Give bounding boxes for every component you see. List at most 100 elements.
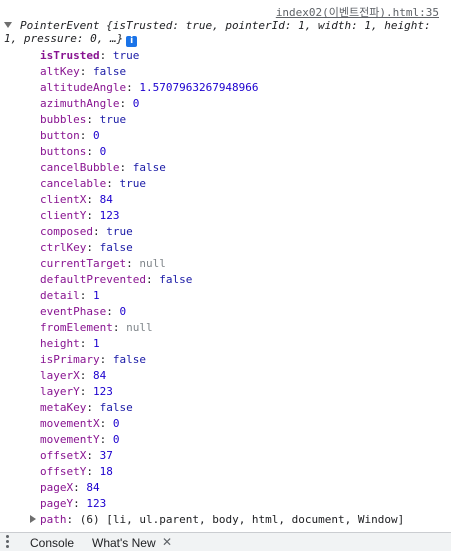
property-value: 0 — [93, 129, 100, 142]
property-key: isPrimary — [40, 353, 100, 366]
property-row: defaultPrevented: false — [40, 273, 193, 286]
property-row: pageY: 123 — [40, 497, 107, 510]
property-row: detail: 1 — [40, 289, 100, 302]
property-value: 84 — [99, 193, 113, 206]
property-key: altitudeAngle — [40, 81, 127, 94]
property-value: 37 — [99, 449, 113, 462]
property-row: azimuthAngle: 0 — [40, 97, 140, 110]
property-key: altKey — [40, 65, 80, 78]
property-row: isPrimary: false — [40, 353, 146, 366]
property-key: isTrusted — [40, 49, 100, 62]
property-row: layerY: 123 — [40, 385, 113, 398]
property-key: button — [40, 129, 80, 142]
property-row: offsetY: 18 — [40, 465, 113, 478]
property-row: fromElement: null — [40, 321, 153, 334]
property-row: currentTarget: null — [40, 257, 166, 270]
property-value: 1 — [93, 337, 100, 350]
property-value: 1.5707963267948966 — [139, 81, 259, 94]
property-row: clientX: 84 — [40, 193, 113, 206]
info-icon[interactable]: i — [126, 36, 138, 47]
property-key: offsetX — [40, 449, 87, 462]
property-key: pageY — [40, 497, 74, 510]
property-value: 84 — [93, 369, 107, 382]
property-key: path — [40, 513, 67, 526]
property-row: altitudeAngle: 1.5707963267948966 — [40, 81, 259, 94]
property-value: 18 — [99, 465, 113, 478]
property-value: 1 — [93, 289, 100, 302]
property-key: layerX — [40, 369, 80, 382]
property-key: ctrlKey — [40, 241, 87, 254]
property-key: azimuthAngle — [40, 97, 120, 110]
property-row: buttons: 0 — [40, 145, 107, 158]
property-value: false — [99, 241, 133, 254]
property-key: height — [40, 337, 80, 350]
property-key: composed — [40, 225, 93, 238]
property-row: eventPhase: 0 — [40, 305, 127, 318]
tab-console[interactable]: Console — [30, 536, 74, 550]
property-key: clientX — [40, 193, 87, 206]
property-value: false — [112, 353, 146, 366]
property-row: button: 0 — [40, 129, 100, 142]
property-row: composed: true — [40, 225, 133, 238]
property-row: metaKey: false — [40, 401, 133, 414]
event-class-name: PointerEvent — [20, 19, 100, 32]
triangle-right-icon[interactable] — [30, 515, 36, 523]
property-value: null — [139, 257, 166, 270]
property-key: metaKey — [40, 401, 87, 414]
property-value: 0 — [99, 145, 107, 158]
property-value: 0 — [112, 433, 120, 446]
property-value: 0 — [132, 97, 140, 110]
property-row: height: 1 — [40, 337, 100, 350]
drawer-tab-bar: Console What's New ✕ — [0, 532, 451, 551]
property-value: true — [99, 113, 127, 126]
property-key: clientY — [40, 209, 87, 222]
property-key: currentTarget — [40, 257, 127, 270]
property-key: layerY — [40, 385, 80, 398]
property-key: eventPhase — [40, 305, 107, 318]
property-key: buttons — [40, 145, 87, 158]
tab-whats-new[interactable]: What's New — [92, 536, 156, 550]
property-key: pageX — [40, 481, 74, 494]
console-panel: index02(이벤트전파).html:35 PointerEvent {isT… — [0, 0, 451, 532]
property-key: movementX — [40, 417, 100, 430]
property-value: 123 — [93, 385, 113, 398]
property-row: clientY: 123 — [40, 209, 120, 222]
property-row: bubbles: true — [40, 113, 127, 126]
property-value: true — [106, 225, 133, 238]
close-icon[interactable]: ✕ — [162, 535, 172, 549]
property-value: 123 — [86, 497, 107, 510]
property-value: false — [159, 273, 193, 286]
kebab-menu-icon[interactable] — [6, 535, 10, 550]
property-key: defaultPrevented — [40, 273, 146, 286]
property-value: 0 — [119, 305, 127, 318]
property-row: cancelable: true — [40, 177, 146, 190]
property-value: 123 — [99, 209, 120, 222]
property-row: layerX: 84 — [40, 369, 107, 382]
property-value: false — [132, 161, 166, 174]
event-summary[interactable]: PointerEvent {isTrusted: true, pointerId… — [4, 19, 444, 47]
property-row: cancelBubble: false — [40, 161, 166, 174]
property-value: null — [126, 321, 153, 334]
property-row: pageX: 84 — [40, 481, 100, 494]
property-row: offsetX: 37 — [40, 449, 113, 462]
property-row: movementX: 0 — [40, 417, 120, 430]
property-row: altKey: false — [40, 65, 127, 78]
property-key: fromElement — [40, 321, 113, 334]
property-value: 84 — [86, 481, 100, 494]
property-key: movementY — [40, 433, 100, 446]
property-row: movementY: 0 — [40, 433, 120, 446]
property-key: cancelBubble — [40, 161, 120, 174]
property-row: isTrusted: true — [40, 49, 140, 62]
triangle-down-icon[interactable] — [4, 22, 12, 28]
path-property-row[interactable]: path: (6) [li, ul.parent, body, html, do… — [30, 512, 404, 528]
property-row: ctrlKey: false — [40, 241, 133, 254]
property-value: 0 — [112, 417, 120, 430]
property-value: false — [93, 65, 127, 78]
property-key: offsetY — [40, 465, 87, 478]
property-list: isTrusted: true altKey: false altitudeAngl… — [40, 48, 445, 512]
property-key: cancelable — [40, 177, 107, 190]
property-key: detail — [40, 289, 80, 302]
source-link[interactable]: index02(이벤트전파).html:35 — [276, 4, 439, 20]
property-value: false — [99, 401, 133, 414]
property-value: true — [119, 177, 146, 190]
